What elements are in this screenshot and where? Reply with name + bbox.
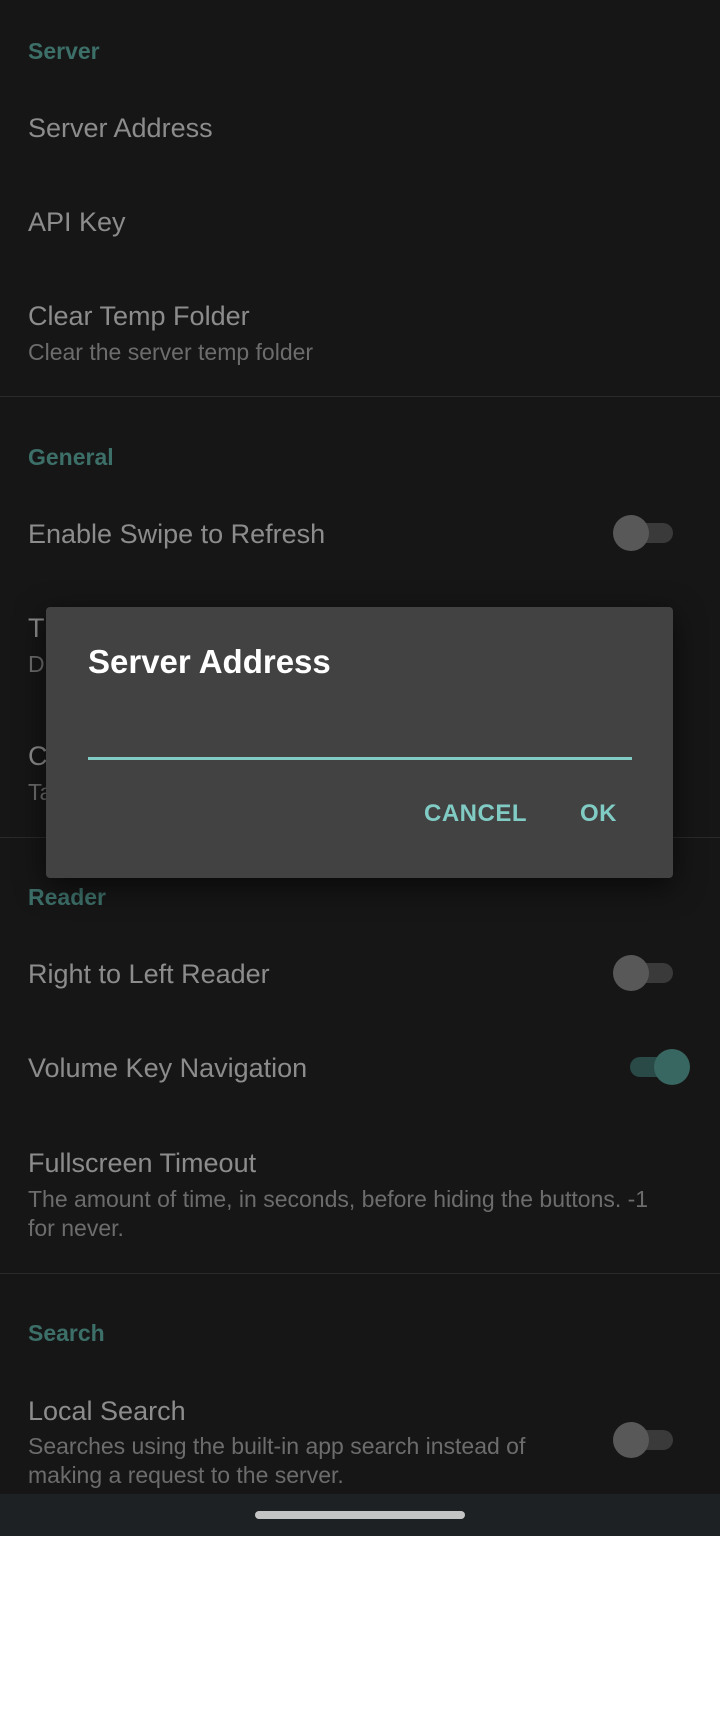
- pref-fullscreen-timeout-summary: The amount of time, in seconds, before h…: [28, 1186, 649, 1241]
- section-divider: [0, 396, 720, 397]
- switch-thumb: [613, 515, 649, 551]
- section-header-reader: Reader: [28, 884, 106, 910]
- swipe-to-refresh-switch[interactable]: [613, 513, 677, 553]
- pref-server-address[interactable]: Server Address: [28, 113, 213, 144]
- pref-local-search-summary: Searches using the built-in app search i…: [28, 1433, 526, 1488]
- ok-button[interactable]: OK: [580, 800, 617, 828]
- pref-partial-item-1[interactable]: T: [28, 613, 45, 644]
- pref-clear-temp-folder[interactable]: Clear Temp Folder: [28, 301, 250, 332]
- server-address-dialog: Server Address CANCEL OK: [46, 607, 673, 878]
- pref-swipe-to-refresh[interactable]: Enable Swipe to Refresh: [28, 519, 325, 550]
- pref-clear-temp-folder-summary: Clear the server temp folder: [28, 339, 314, 365]
- pref-volume-key-navigation[interactable]: Volume Key Navigation: [28, 1053, 307, 1084]
- pref-local-search[interactable]: Local Search: [28, 1396, 186, 1427]
- section-header-general: General: [28, 444, 114, 470]
- server-address-input[interactable]: [88, 699, 632, 760]
- volume-key-switch[interactable]: [626, 1047, 690, 1087]
- section-divider: [0, 1273, 720, 1274]
- pref-fullscreen-timeout[interactable]: Fullscreen Timeout: [28, 1148, 256, 1179]
- switch-thumb: [654, 1049, 690, 1085]
- settings-screen: Server Server Address API Key Clear Temp…: [0, 0, 720, 1536]
- pref-partial-item-2[interactable]: C: [28, 741, 48, 772]
- section-header-search: Search: [28, 1320, 105, 1346]
- pref-api-key[interactable]: API Key: [28, 207, 126, 238]
- home-gesture-handle[interactable]: [255, 1511, 465, 1519]
- cancel-button[interactable]: CANCEL: [424, 800, 527, 828]
- right-to-left-switch[interactable]: [613, 953, 677, 993]
- local-search-switch[interactable]: [613, 1420, 677, 1460]
- switch-thumb: [613, 955, 649, 991]
- dialog-title: Server Address: [88, 643, 331, 680]
- switch-thumb: [613, 1422, 649, 1458]
- navigation-bar: [0, 1494, 720, 1536]
- pref-right-to-left-reader[interactable]: Right to Left Reader: [28, 959, 270, 990]
- section-header-server: Server: [28, 38, 100, 64]
